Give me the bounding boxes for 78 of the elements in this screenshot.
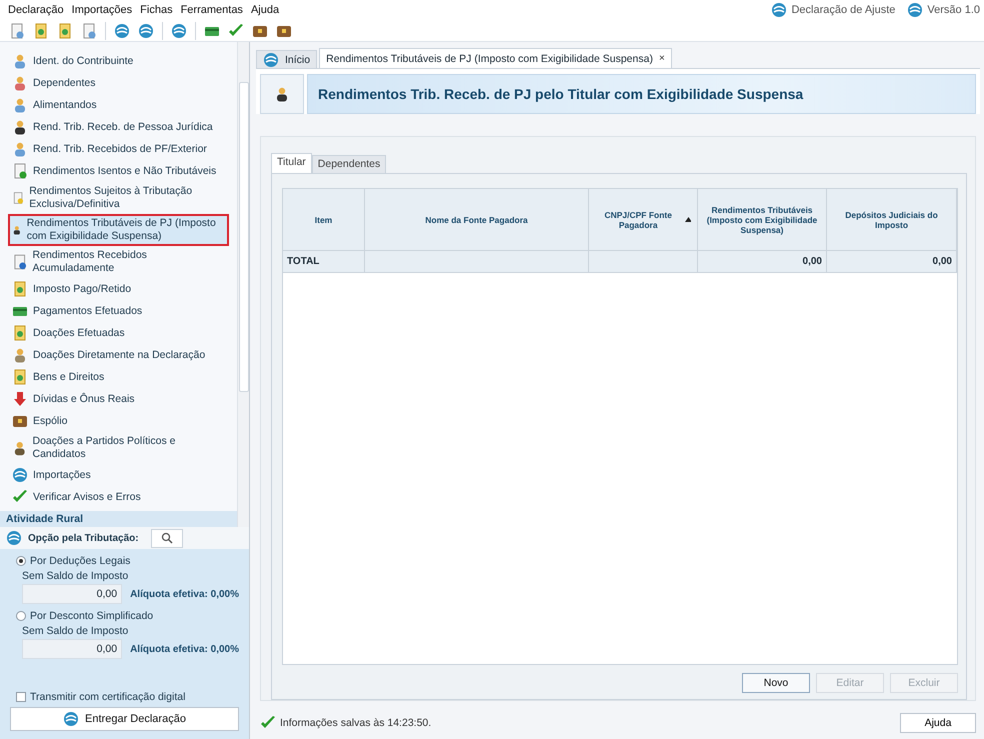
sidebar-item[interactable]: Rend. Trib. Recebidos de PF/Exterior — [8, 138, 229, 160]
menu-item[interactable]: Declaração — [4, 4, 68, 16]
column-header[interactable]: Depósitos Judiciais do Imposto — [827, 189, 957, 251]
section-header[interactable]: Atividade Rural — [0, 511, 237, 527]
option-label: Opção pela Tributação: — [28, 532, 139, 544]
person-icon — [12, 119, 28, 135]
chest-icon — [12, 413, 28, 429]
globe-icon — [63, 711, 80, 727]
sidebar-item[interactable]: Doações a Partidos Políticos e Candidatos — [8, 432, 229, 464]
document-icon — [12, 254, 28, 270]
globe-icon — [171, 22, 187, 38]
sidebar-item[interactable]: Doações Efetuadas — [8, 322, 229, 344]
menu-item[interactable]: Fichas — [136, 4, 177, 16]
radio-option[interactable]: Por Deduções Legais — [10, 555, 239, 567]
close-icon[interactable]: × — [658, 53, 665, 64]
header-label: Versão 1.0 — [927, 4, 980, 16]
checkmark-icon — [228, 22, 244, 38]
menu-item[interactable]: Importações — [68, 4, 136, 16]
checkbox[interactable] — [16, 692, 26, 702]
rate-label: Alíquota efetiva: 0,00% — [130, 644, 239, 654]
menu-item[interactable]: Ferramentas — [176, 4, 247, 16]
person-icon — [12, 141, 28, 157]
document-tab[interactable]: Início — [256, 50, 318, 68]
sidebar-item[interactable]: Rendimentos Sujeitos à Tributação Exclusiva/Definitiva — [8, 182, 229, 214]
sidebar-item[interactable]: Rendimentos Recebidos Acumuladamente — [8, 246, 229, 278]
submit-button[interactable]: Entregar Declaração — [10, 707, 239, 731]
radio-button[interactable] — [16, 611, 26, 621]
person-icon — [12, 53, 28, 69]
document-icon — [12, 163, 28, 179]
sidebar-item[interactable]: Dívidas e Ônus Reais — [8, 388, 229, 410]
page-title: Rendimentos Trib. Receb. de PJ pelo Titular com Exigibilidade Suspensa — [318, 86, 804, 102]
rate-label: Alíquota efetiva: 0,00% — [130, 588, 239, 600]
globe-icon — [138, 22, 154, 38]
sidebar-item[interactable]: Pagamentos Efetuados — [8, 300, 229, 322]
tab[interactable]: Titular — [271, 153, 312, 173]
sidebar-item[interactable]: Doações Diretamente na Declaração — [8, 344, 229, 366]
table-cell: TOTAL — [283, 251, 365, 273]
table-cell: 0,00 — [698, 251, 827, 273]
globe-icon — [12, 467, 28, 483]
menu-item[interactable]: Ajuda — [246, 4, 284, 16]
sidebar-item[interactable]: Rendimentos Isentos e Não Tributáveis — [8, 160, 229, 182]
down-arrow-icon — [12, 391, 28, 407]
column-header[interactable]: Nome da Fonte Pagadora — [365, 189, 589, 251]
coin-document-icon — [12, 369, 28, 385]
balance-label: Sem Saldo de Imposto — [21, 625, 130, 637]
search-icon — [160, 532, 173, 544]
help-button[interactable]: Ajuda — [900, 713, 976, 733]
table-cell: 0,00 — [827, 251, 957, 273]
sidebar-item[interactable]: Alimentandos — [8, 94, 229, 116]
sidebar-item[interactable]: Imposto Pago/Retido — [8, 278, 229, 300]
column-header[interactable]: Item — [283, 189, 365, 251]
warning-document-icon — [12, 190, 24, 206]
scrollbar[interactable] — [237, 42, 249, 527]
value-field[interactable]: 0,00 — [22, 584, 122, 604]
value-field[interactable]: 0,00 — [22, 639, 122, 659]
person-icon — [12, 440, 28, 456]
document-tab[interactable]: Rendimentos Tributáveis de PJ (Imposto com Exigibilidade Suspensa) × — [319, 48, 672, 68]
sidebar-item[interactable]: Espólio — [8, 410, 229, 432]
checkbox-option[interactable]: Transmitir com certificação digital — [10, 691, 239, 703]
status-text: Informações salvas às 14:23:50. — [280, 717, 432, 729]
column-header[interactable]: Rendimentos Tributáveis (Imposto com Exigibilidade Suspensa) — [698, 189, 827, 251]
new-file-icon — [9, 22, 25, 38]
sidebar-item[interactable]: Rend. Trib. Receb. de Pessoa Jurídica — [8, 116, 229, 138]
radio-option[interactable]: Por Desconto Simplificado — [10, 610, 239, 622]
sidebar-item[interactable]: Rendimentos Tributáveis de PJ (Imposto com Exigibilidade Suspensa) — [8, 214, 229, 246]
action-button[interactable]: Novo — [742, 673, 810, 693]
sidebar-item[interactable]: Importações — [8, 464, 229, 486]
header-label: Declaração de Ajuste — [791, 4, 896, 16]
column-header[interactable]: CNPJ/CPF Fonte Pagadora — [589, 189, 698, 251]
tab[interactable]: Dependentes — [312, 155, 386, 173]
radio-button[interactable] — [16, 556, 26, 566]
sidebar-item[interactable]: Dependentes — [8, 72, 229, 94]
globe-icon — [114, 22, 130, 38]
sidebar-item[interactable]: Ident. do Contribuinte — [8, 50, 229, 72]
sidebar-item[interactable]: Verificar Avisos e Erros — [8, 486, 229, 508]
sidebar-item[interactable]: Bens e Direitos — [8, 366, 229, 388]
balance-label: Sem Saldo de Imposto — [21, 570, 130, 582]
search-button[interactable] — [150, 528, 183, 548]
